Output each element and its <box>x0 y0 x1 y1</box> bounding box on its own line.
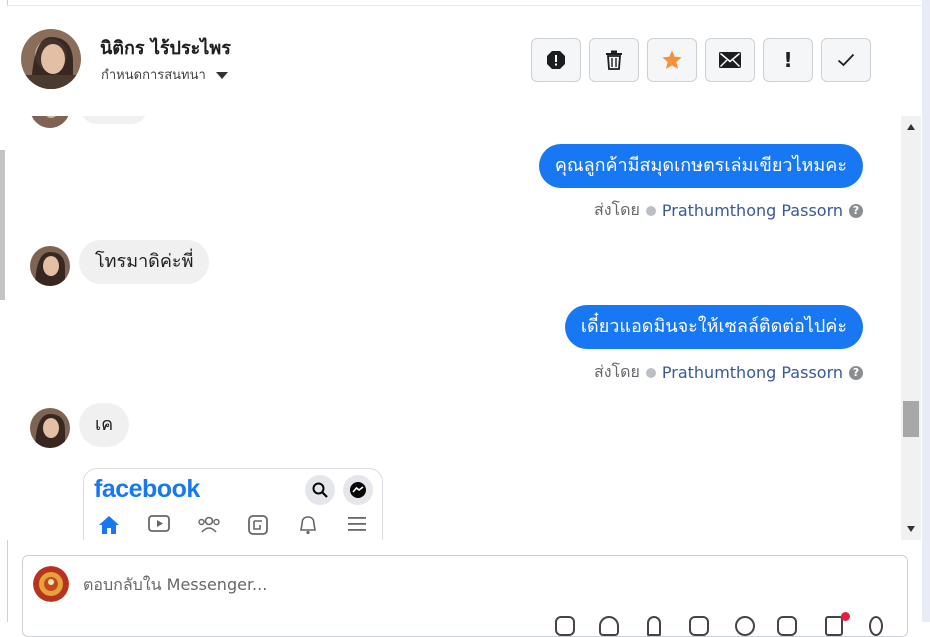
contact-avatar[interactable] <box>21 29 81 89</box>
conversation-actions: ! <box>531 38 871 82</box>
sender-name-link[interactable]: Prathumthong Passorn <box>662 201 843 220</box>
exclamation-icon: ! <box>783 48 793 72</box>
sent-by-line: ส่งโดย Prathumthong Passorn ? <box>594 198 863 223</box>
scrollbar-thumb[interactable] <box>903 401 919 437</box>
sent-by-line: ส่งโดย Prathumthong Passorn ? <box>594 360 863 385</box>
delete-button[interactable] <box>589 38 639 82</box>
sent-by-prefix: ส่งโดย <box>593 200 640 219</box>
outgoing-message: เดี๋ยวแอดมินจะให้เซลล์ติดต่อไปค่ะ <box>564 305 863 349</box>
contact-avatar <box>30 246 70 286</box>
video-icon <box>148 515 170 537</box>
tag-icon[interactable] <box>647 616 661 636</box>
mark-spam-button[interactable] <box>531 38 581 82</box>
gif-icon[interactable] <box>777 616 797 636</box>
help-icon[interactable]: ? <box>849 203 863 218</box>
help-icon[interactable]: ? <box>849 365 863 380</box>
assign-label: กำหนดการสนทนา <box>101 68 206 83</box>
outgoing-message: คุณลูกค้ามีสมุดเกษตรเล่มเขียวไหมคะ <box>538 144 863 188</box>
assign-conversation-dropdown[interactable]: กำหนดการสนทนา <box>101 64 228 85</box>
checkmark-icon <box>837 53 855 67</box>
message-bubble-partial <box>80 116 148 124</box>
image-icon[interactable] <box>689 616 709 636</box>
search-icon <box>305 475 335 505</box>
mark-important-button[interactable]: ! <box>763 38 813 82</box>
home-icon <box>98 515 120 539</box>
caret-down-icon <box>215 72 228 79</box>
scroll-up-arrow-icon[interactable] <box>907 124 915 130</box>
notification-dot <box>841 612 850 621</box>
scroll-down-arrow-icon[interactable] <box>907 526 915 532</box>
contact-name: นิติกร ไร้ประไพร <box>100 38 231 59</box>
attach-file-icon[interactable] <box>555 616 575 636</box>
thread-scrollbar[interactable] <box>901 116 921 540</box>
image-attachment[interactable]: facebook <box>83 468 383 540</box>
conversation-header: นิติกร ไร้ประไพร กำหนดการสนทนา ! <box>7 5 921 117</box>
reply-composer <box>22 555 908 637</box>
saved-reply-icon[interactable] <box>599 616 619 636</box>
contact-avatar <box>30 408 70 448</box>
groups-icon <box>197 515 221 537</box>
reply-input[interactable] <box>83 568 783 600</box>
message-thread: คุณลูกค้ามีสมุดเกษตรเล่มเขียวไหมคะ ส่งโด… <box>7 116 901 540</box>
bell-icon <box>298 515 318 539</box>
envelope-icon <box>719 52 741 68</box>
sent-by-prefix: ส่งโดย <box>593 362 640 381</box>
menu-icon <box>347 515 367 537</box>
spam-icon <box>547 51 565 69</box>
page-avatar <box>33 566 69 602</box>
outer-scrollbar-thumb[interactable] <box>0 150 5 300</box>
incoming-message: เค <box>79 403 130 447</box>
facebook-nav-bar <box>84 513 382 540</box>
gaming-icon <box>248 515 268 539</box>
sender-name-link[interactable]: Prathumthong Passorn <box>662 363 843 382</box>
window-right-edge <box>922 0 930 622</box>
star-button[interactable] <box>647 38 697 82</box>
mark-done-button[interactable] <box>821 38 871 82</box>
star-icon <box>662 50 682 69</box>
trash-icon <box>606 50 622 70</box>
verified-dot-icon <box>645 367 656 378</box>
facebook-logo: facebook <box>94 475 200 503</box>
mark-unread-button[interactable] <box>705 38 755 82</box>
incoming-message: โทรมาดิค่ะพี่ <box>79 240 210 284</box>
messenger-icon <box>343 475 373 505</box>
forward-icon[interactable] <box>825 616 843 636</box>
contact-avatar <box>30 116 70 128</box>
emoji-icon[interactable] <box>735 616 755 636</box>
like-icon[interactable] <box>869 616 883 636</box>
verified-dot-icon <box>645 205 656 216</box>
